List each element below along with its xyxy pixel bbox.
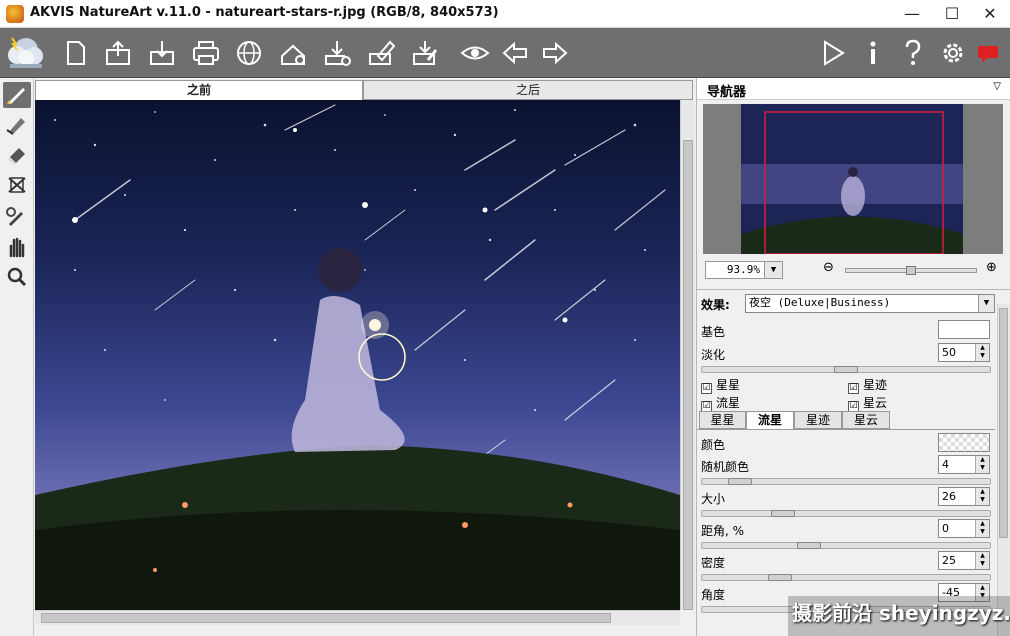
size-input[interactable]: 26 ▲ ▼ <box>938 487 990 506</box>
navigator-title: 导航器 <box>707 85 747 100</box>
zoom-tool-icon[interactable] <box>3 264 31 290</box>
random-color-input[interactable]: 4 ▲ ▼ <box>938 455 990 474</box>
chevron-down-icon: ▼ <box>978 295 994 312</box>
random-color-slider[interactable] <box>701 478 991 485</box>
stars-checkbox[interactable]: ☑ 星星 <box>701 376 740 394</box>
undo-icon[interactable] <box>498 36 532 70</box>
show-hide-icon[interactable] <box>458 36 492 70</box>
run-icon[interactable] <box>816 36 850 70</box>
distance-label: 距角, % <box>701 524 745 538</box>
view-tabs: 之前 之后 <box>35 80 695 100</box>
fade-input[interactable]: 50 ▲ ▼ <box>938 343 990 362</box>
tab-nebula[interactable]: 星云 <box>842 411 890 429</box>
eyedropper-tool-icon[interactable] <box>3 204 31 230</box>
new-file-icon[interactable] <box>58 36 92 70</box>
edit-preset-2-icon[interactable] <box>408 36 442 70</box>
base-color-label: 基色 <box>701 325 726 339</box>
news-icon[interactable] <box>972 36 1006 70</box>
window-title: AKVIS NatureArt v.11.0 - natureart-stars… <box>30 5 499 20</box>
fade-slider[interactable] <box>701 366 991 373</box>
density-slider[interactable] <box>701 574 991 581</box>
tab-stars[interactable]: 星星 <box>699 411 746 429</box>
effect-label: 效果: <box>701 298 730 312</box>
export-preset-icon[interactable] <box>320 36 354 70</box>
canvas-vertical-scrollbar[interactable] <box>680 100 695 610</box>
hand-tool-icon[interactable] <box>3 234 31 260</box>
share-globe-icon[interactable] <box>232 36 266 70</box>
meteor-color-label: 颜色 <box>701 438 726 452</box>
zoom-in-icon[interactable]: ⊕ <box>986 260 997 275</box>
print-icon[interactable] <box>189 36 223 70</box>
right-panel: 导航器 ▽ 93.9% ▼ ⊖ ⊕ 效果: 夜空 (Deluxe|Business… <box>696 78 1010 636</box>
navigator-preview[interactable] <box>703 104 1003 255</box>
navigator-header: 导航器 ▽ <box>697 78 1010 100</box>
nebula-checkbox[interactable]: ☑ 星云 <box>848 394 887 412</box>
params-scrollbar[interactable] <box>997 304 1009 636</box>
base-color-swatch[interactable] <box>938 320 990 339</box>
minimize-button[interactable]: — <box>897 2 927 26</box>
cloud-logo-icon[interactable] <box>4 30 48 74</box>
eraser-brush-tool-icon[interactable] <box>3 112 31 138</box>
zoom-dropdown-icon[interactable]: ▼ <box>764 262 782 278</box>
zoom-input[interactable]: 93.9% ▼ <box>705 261 783 279</box>
meteors-checkbox[interactable]: ☑ 流星 <box>701 394 740 412</box>
effect-row: 效果: 夜空 (Deluxe|Business) ▼ <box>701 294 1001 314</box>
effect-select[interactable]: 夜空 (Deluxe|Business) ▼ <box>745 294 995 313</box>
tab-after[interactable]: 之后 <box>363 80 693 100</box>
girl-figure <box>291 248 405 452</box>
zoom-out-icon[interactable]: ⊖ <box>823 260 834 275</box>
settings-icon[interactable] <box>936 36 970 70</box>
maximize-button[interactable]: ☐ <box>937 2 967 26</box>
close-button[interactable]: ✕ <box>975 2 1005 26</box>
fade-label: 淡化 <box>701 348 726 362</box>
star-trails-checkbox[interactable]: ☑ 星迹 <box>848 376 887 394</box>
zoom-row: 93.9% ▼ ⊖ ⊕ <box>703 260 1003 282</box>
tab-star-trails[interactable]: 星迹 <box>794 411 842 429</box>
help-icon[interactable] <box>896 36 930 70</box>
watermark: 摄影前沿 sheyingzyz.com <box>788 596 1010 636</box>
crop-tool-icon[interactable] <box>3 172 31 198</box>
tools-panel <box>0 78 34 636</box>
image-canvas[interactable] <box>35 100 680 610</box>
tab-before[interactable]: 之前 <box>35 80 363 100</box>
app-logo-icon <box>6 5 24 23</box>
canvas-footer <box>35 625 695 636</box>
info-icon[interactable] <box>856 36 890 70</box>
density-label: 密度 <box>701 556 726 570</box>
main-toolbar <box>0 28 1010 78</box>
redo-icon[interactable] <box>538 36 572 70</box>
zoom-slider[interactable] <box>845 266 977 275</box>
random-color-label: 随机颜色 <box>701 460 750 474</box>
canvas-horizontal-scrollbar[interactable] <box>35 610 680 625</box>
density-input[interactable]: 25 ▲ ▼ <box>938 551 990 570</box>
brush-tool-icon[interactable] <box>3 82 31 108</box>
open-file-icon[interactable] <box>101 36 135 70</box>
distance-input[interactable]: 0 ▲ ▼ <box>938 519 990 538</box>
night-sky-photo <box>35 104 680 610</box>
edit-preset-icon[interactable] <box>364 36 398 70</box>
import-preset-icon[interactable] <box>276 36 310 70</box>
size-label: 大小 <box>701 492 726 506</box>
eraser-tool-icon[interactable] <box>3 142 31 168</box>
distance-slider[interactable] <box>701 542 991 549</box>
save-file-icon[interactable] <box>145 36 179 70</box>
size-slider[interactable] <box>701 510 991 517</box>
title-bar: AKVIS NatureArt v.11.0 - natureart-stars… <box>0 0 1010 28</box>
angle-label: 角度 <box>701 588 726 602</box>
collapse-chevron-icon[interactable]: ▽ <box>993 81 1001 92</box>
meteor-color-swatch[interactable] <box>938 433 990 452</box>
tab-meteors[interactable]: 流星 <box>746 411 794 430</box>
